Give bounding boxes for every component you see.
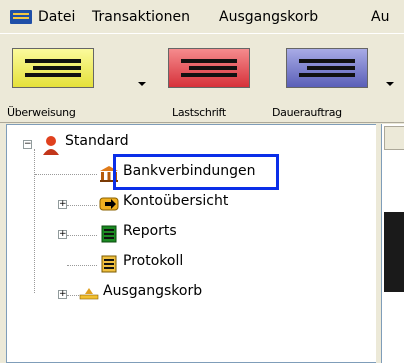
expand-reports-icon[interactable]: +: [58, 230, 67, 239]
outbox-icon: [79, 285, 99, 303]
tree-node-kontouebersicht[interactable]: Kontoübersicht: [123, 193, 228, 209]
tree-guide-line: [67, 205, 97, 206]
detail-pane: [381, 124, 404, 363]
menu-ausgangskorb[interactable]: Ausgangskorb: [219, 9, 318, 25]
dauerauftrag-label: Dauerauftrag: [272, 106, 342, 119]
expand-kontouebersicht-icon[interactable]: +: [58, 200, 67, 209]
lastschrift-button[interactable]: Lastschrift: [168, 48, 258, 119]
expand-ausgangskorb-icon[interactable]: +: [58, 290, 67, 299]
detail-pane-header: [384, 126, 404, 150]
menu-transaktionen[interactable]: Transaktionen: [92, 9, 190, 25]
tree-node-reports[interactable]: Reports: [123, 223, 177, 239]
tree-guide-line: [34, 149, 35, 293]
ueberweisung-dropdown-icon[interactable]: [138, 82, 146, 86]
menu-bar: Datei Transaktionen Ausgangskorb Au: [0, 0, 404, 34]
menu-datei[interactable]: Datei: [38, 9, 75, 25]
tree-guide-line: [67, 265, 97, 266]
menu-au[interactable]: Au: [371, 9, 389, 25]
detail-pane-content: [384, 212, 404, 292]
collapse-standard-icon[interactable]: −: [23, 140, 32, 149]
user-icon: [41, 135, 61, 155]
selection-highlight: [113, 154, 279, 190]
dauerauftrag-button[interactable]: Dauerauftrag: [272, 48, 404, 119]
dauerauftrag-dropdown-icon[interactable]: [386, 82, 394, 86]
dauerauftrag-icon: [286, 48, 368, 88]
tree-guide-line: [67, 295, 79, 296]
tree-node-protokoll[interactable]: Protokoll: [123, 253, 183, 269]
toolbar: Überweisung Lastschrift Dauerauftrag: [0, 34, 404, 123]
tree-guide-line: [67, 235, 97, 236]
app-logo-icon: [10, 10, 32, 24]
lastschrift-icon: [168, 48, 250, 88]
ueberweisung-button[interactable]: Überweisung: [7, 48, 146, 119]
ueberweisung-label: Überweisung: [7, 106, 76, 119]
transfer-arrow-icon: [99, 195, 119, 213]
ueberweisung-icon: [12, 48, 94, 88]
tree-node-standard[interactable]: Standard: [65, 133, 129, 149]
tree-node-ausgangskorb[interactable]: Ausgangskorb: [103, 283, 202, 299]
log-icon: [99, 255, 119, 273]
lastschrift-label: Lastschrift: [172, 106, 226, 119]
report-icon: [99, 225, 119, 243]
tree-guide-line: [35, 174, 97, 175]
